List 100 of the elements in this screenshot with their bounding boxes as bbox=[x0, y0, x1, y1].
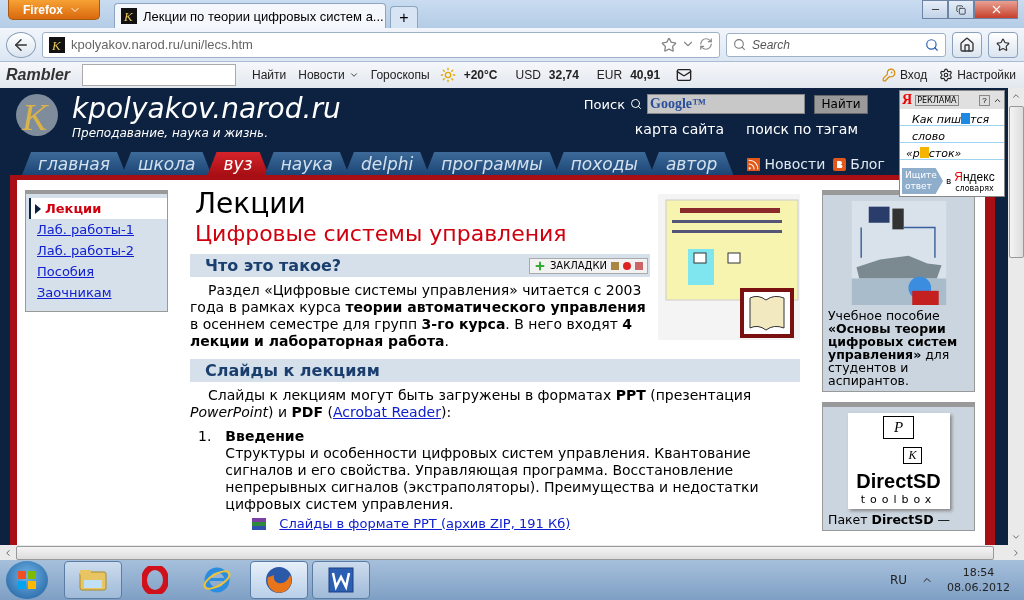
scroll-left-icon bbox=[3, 547, 13, 558]
clock-time: 18:54 bbox=[962, 565, 995, 580]
site-logo: K bbox=[14, 92, 60, 138]
site-title: kpolyakov.narod.ru bbox=[72, 92, 341, 126]
currency-code: USD bbox=[515, 68, 541, 82]
plus-icon bbox=[533, 259, 546, 272]
settings-button[interactable]: Настройки bbox=[937, 68, 1018, 82]
restore-button[interactable] bbox=[948, 0, 974, 19]
block-label: K bbox=[903, 447, 922, 464]
bookmarks-share-button[interactable]: ЗАКЛАДКИ bbox=[528, 257, 648, 274]
site-favicon: K bbox=[49, 36, 65, 53]
ad-label: РЕКЛАМА bbox=[915, 94, 959, 106]
intro-paragraph: Раздел «Цифровые системы управления» читается с 2003 года в рамках курса теории автоматического управления в осеннем семестре для групп 3-го курса. В него входят 4 лекции и лабораторная работа. bbox=[190, 282, 647, 350]
windows-logo-icon bbox=[18, 571, 36, 589]
page-title: Лекции bbox=[195, 188, 307, 220]
new-tab-button[interactable]: + bbox=[390, 6, 418, 28]
ad-text: в bbox=[946, 176, 952, 186]
key-icon bbox=[882, 68, 896, 82]
horoscope-button[interactable]: Гороскопы bbox=[368, 68, 432, 82]
promo-text: Пакет DirectSD — bbox=[828, 513, 952, 526]
nav-tab[interactable]: автор bbox=[649, 152, 734, 175]
toolbar-search-button[interactable]: Найти bbox=[250, 68, 289, 82]
search-icon bbox=[630, 98, 642, 110]
scroll-down-icon bbox=[1011, 532, 1021, 542]
start-button[interactable] bbox=[6, 561, 48, 599]
vertical-scrollbar[interactable] bbox=[1008, 88, 1024, 545]
taskbar-app-button[interactable] bbox=[250, 561, 308, 599]
sidebar-link[interactable]: Заочникам bbox=[26, 282, 167, 303]
currency-code: EUR bbox=[596, 68, 623, 82]
archive-icon bbox=[251, 516, 268, 531]
language-indicator[interactable]: RU bbox=[889, 573, 907, 587]
site-tagline: Преподавание, наука и жизнь. bbox=[72, 126, 269, 140]
section-heading: Что это такое? bbox=[205, 256, 342, 275]
search-input[interactable]: Search bbox=[750, 36, 921, 53]
bookmark-star-icon[interactable] bbox=[661, 36, 677, 53]
currency-rate: 40,91 bbox=[630, 68, 661, 82]
login-button[interactable]: Вход bbox=[880, 68, 930, 82]
bookmarks-button[interactable] bbox=[988, 31, 1018, 58]
reload-icon[interactable] bbox=[699, 36, 713, 51]
tab-favicon: K bbox=[121, 8, 137, 24]
mail-icon[interactable] bbox=[676, 67, 693, 83]
sidebar-link[interactable]: Лаб. работы-2 bbox=[26, 240, 167, 261]
block-label: P bbox=[882, 416, 915, 439]
promo-text: Учебное пособие «Основы теории цифровых систем управления» для студентов и аспирантов. bbox=[828, 309, 959, 387]
nav-tab[interactable]: наука bbox=[264, 152, 349, 175]
url-text: kpolyakov.narod.ru/uni/lecs.htm bbox=[71, 37, 253, 52]
toolbar-search-field[interactable] bbox=[82, 64, 237, 86]
address-field[interactable]: K kpolyakov.narod.ru/uni/lecs.htm bbox=[42, 31, 720, 58]
home-button[interactable] bbox=[952, 31, 982, 58]
weather-sun-icon bbox=[439, 67, 456, 83]
acrobat-reader-link[interactable]: Acrobat Reader bbox=[332, 404, 441, 420]
toolbar-brand: Rambler bbox=[6, 66, 71, 84]
news-link[interactable]: Новости bbox=[764, 156, 826, 175]
nav-tab[interactable]: программы bbox=[425, 152, 559, 175]
tag-search-link[interactable]: поиск по тэгам bbox=[746, 121, 858, 137]
search-field[interactable]: Search bbox=[726, 32, 946, 57]
nav-tab[interactable]: вуз bbox=[207, 152, 269, 175]
blog-link[interactable]: Блог bbox=[850, 156, 885, 175]
site-search-field[interactable]: Google™ bbox=[647, 94, 805, 114]
rss-icon bbox=[747, 158, 761, 171]
news-button[interactable]: Новости bbox=[296, 68, 361, 82]
sidebar-link[interactable]: Лаб. работы-1 bbox=[26, 219, 167, 240]
site-search-button[interactable]: Найти bbox=[814, 94, 868, 114]
logo-title: DirectSD bbox=[856, 470, 941, 493]
nav-tab[interactable]: походы bbox=[554, 152, 654, 175]
restore-icon bbox=[956, 4, 966, 15]
horizontal-scrollbar[interactable] bbox=[0, 545, 1024, 560]
blog-b-icon bbox=[833, 158, 847, 171]
browser-tab[interactable]: K Лекции по теории цифровых систем а... bbox=[114, 3, 386, 28]
sidebar-link[interactable]: Пособия bbox=[26, 261, 167, 282]
ad-banner[interactable]: Я РЕКЛАМА ? Как пиш тся слово «р сток» Ищите ответ в Яндекс словарях bbox=[899, 90, 1005, 197]
page-subtitle: Цифровые системы управления bbox=[195, 220, 568, 248]
ad-text: «р сток» bbox=[905, 146, 963, 162]
settings-icon bbox=[939, 68, 954, 82]
lecture-title: Введение bbox=[225, 428, 306, 445]
triangle-marker-icon bbox=[35, 203, 41, 214]
scroll-up-icon bbox=[1011, 91, 1021, 101]
lecture-description: Структуры и особенности цифровых систем управления. Квантование сигналов и его свойства. Управляющая программа. Восстановление непрерывных сигналов (экстраполяторы). Преимущества и недостатки цифровых систем управления. bbox=[225, 445, 760, 513]
caret-icon bbox=[348, 70, 359, 80]
ad-brand-subtitle: словарях bbox=[955, 183, 994, 193]
sidebar-link[interactable]: Лекции bbox=[29, 198, 167, 219]
scroll-right-icon bbox=[1011, 547, 1021, 558]
download-link[interactable]: Слайды в формате PPT (архив ZIP, 191 Кб) bbox=[279, 515, 571, 532]
ad-help-button[interactable]: ? bbox=[979, 94, 990, 106]
search-label: Поиск bbox=[583, 96, 625, 112]
taskbar-app-button[interactable] bbox=[312, 561, 370, 599]
document-w-icon bbox=[327, 566, 355, 594]
sitemap-link[interactable]: карта сайта bbox=[634, 121, 725, 137]
ad-logo: Я bbox=[902, 92, 913, 108]
search-icon bbox=[733, 38, 746, 51]
close-button[interactable] bbox=[974, 0, 1018, 19]
folder-icon bbox=[79, 568, 107, 592]
minimize-button[interactable] bbox=[922, 0, 948, 19]
back-button[interactable] bbox=[6, 31, 36, 58]
search-icon bbox=[925, 37, 939, 52]
ad-text: слово bbox=[911, 129, 947, 145]
nav-tab[interactable]: школа bbox=[122, 152, 212, 175]
star-icon bbox=[996, 37, 1010, 52]
nav-tab[interactable]: главная bbox=[22, 152, 126, 175]
slides-paragraph: Слайды к лекциям могут быть загружены в форматах PPT (презентация PowerPoint) и PDF (Acrobat Reader): bbox=[190, 387, 753, 421]
